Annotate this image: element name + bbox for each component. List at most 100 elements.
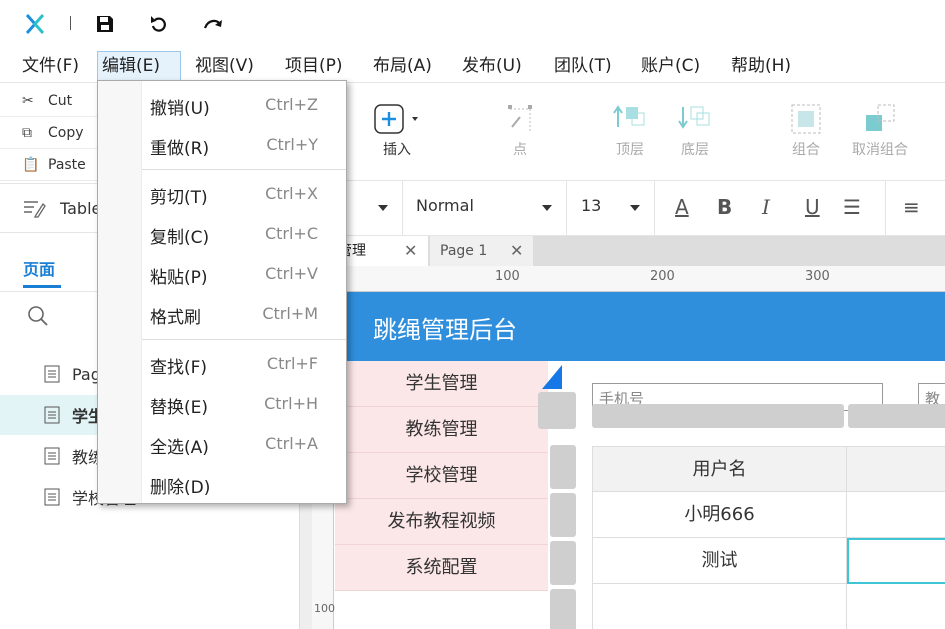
font-size-dropdown-icon[interactable] [630, 205, 640, 211]
menu-item-format-painter[interactable]: 格式刷 Ctrl+M [142, 293, 346, 333]
nav-item-settings[interactable]: 系统配置 [335, 545, 548, 591]
top-layer-label: 顶层 [616, 142, 644, 158]
placeholder-bar [592, 404, 844, 428]
nav-selected-indicator [542, 365, 562, 389]
ungroup-icon [866, 104, 895, 131]
menu-item-shortcut: Ctrl+C [264, 224, 318, 243]
menu-item-label: 复制(C) [150, 228, 210, 248]
table-header-username: 用户名 [592, 446, 847, 492]
menu-view[interactable]: 视图(V) [191, 51, 258, 81]
cut-button[interactable]: ✂ Cut [0, 85, 100, 117]
menu-edit[interactable]: 编辑(E) [97, 51, 181, 81]
table-header-cell [847, 446, 945, 492]
placeholder-block [550, 589, 576, 629]
table-cell [847, 492, 945, 538]
ungroup-label: 取消组合 [852, 142, 908, 158]
ruler-mark: 100 [314, 602, 335, 615]
insert-button[interactable]: 插入 [362, 99, 432, 159]
app-title: 跳绳管理后台 [373, 316, 517, 344]
placeholder-block [550, 445, 576, 489]
paste-button[interactable]: 📋 Paste [0, 149, 100, 181]
title-bar [0, 0, 945, 47]
underline-icon[interactable]: U [805, 195, 820, 219]
app-sidebar[interactable]: 学生管理 教练管理 学校管理 发布教程视频 系统配置 [335, 361, 548, 591]
format-separator [654, 181, 655, 236]
menu-layout[interactable]: 布局(A) [369, 51, 436, 81]
italic-icon[interactable]: I [762, 195, 770, 219]
bold-icon[interactable]: B [717, 195, 732, 219]
menu-project[interactable]: 项目(P) [281, 51, 347, 81]
font-size-select[interactable]: 13 [581, 196, 601, 215]
menu-item-copy[interactable]: 复制(C) Ctrl+C [142, 213, 346, 253]
nav-item-students[interactable]: 学生管理 [335, 361, 548, 407]
menu-item-shortcut: Ctrl+Z [265, 95, 318, 114]
font-family-dropdown-icon[interactable] [378, 205, 388, 211]
placeholder-block [538, 392, 576, 429]
app-logo-icon [25, 14, 45, 34]
menu-item-label: 替换(E) [150, 398, 209, 418]
point-icon [508, 105, 532, 131]
menu-item-undo[interactable]: 撤销(U) Ctrl+Z [142, 84, 346, 124]
ungroup-button[interactable]: 取消组合 [845, 99, 915, 159]
menu-publish[interactable]: 发布(U) [458, 51, 526, 81]
bottom-layer-label: 底层 [681, 142, 709, 158]
menu-item-delete[interactable]: 删除(D) [142, 463, 346, 503]
top-layer-button[interactable]: 顶层 [595, 99, 665, 159]
group-button[interactable]: 组合 [771, 99, 841, 159]
menu-item-paste[interactable]: 粘贴(P) Ctrl+V [142, 253, 346, 293]
menu-team[interactable]: 团队(T) [550, 51, 616, 81]
app-header[interactable]: 跳绳管理后台 [335, 292, 945, 361]
cut-label: Cut [48, 92, 73, 109]
save-icon[interactable] [94, 13, 116, 35]
menu-item-select-all[interactable]: 全选(A) Ctrl+A [142, 423, 346, 463]
menu-account[interactable]: 账户(C) [637, 51, 704, 81]
menu-item-find[interactable]: 查找(F) Ctrl+F [142, 343, 346, 383]
table-cell [592, 584, 847, 629]
menu-item-shortcut: Ctrl+Y [266, 135, 318, 154]
menu-item-replace[interactable]: 替换(E) Ctrl+H [142, 383, 346, 423]
tab-pages[interactable]: 页面 [23, 256, 55, 280]
menu-item-label: 粘贴(P) [150, 268, 208, 288]
format-toolbar: Normal 13 A B I U ☰ ≡ [345, 181, 945, 236]
style-select[interactable]: Normal [416, 196, 474, 215]
menu-file[interactable]: 文件(F) [18, 51, 83, 81]
nav-item-schools[interactable]: 学校管理 [335, 453, 548, 499]
clipboard-icon: 📋 [22, 156, 40, 173]
nav-item-videos[interactable]: 发布教程视频 [335, 499, 548, 545]
close-icon[interactable]: ✕ [510, 236, 523, 266]
nav-item-coaches[interactable]: 教练管理 [335, 407, 548, 453]
document-icon [44, 406, 60, 424]
menu-item-label: 剪切(T) [150, 188, 208, 208]
main-toolbar: 插入 点 顶层 底层 组合 取消组合 [345, 83, 945, 181]
format-separator [402, 181, 403, 236]
bring-to-front-icon [613, 105, 645, 127]
menu-item-redo[interactable]: 重做(R) Ctrl+Y [142, 124, 346, 164]
document-icon [44, 365, 60, 383]
document-icon [44, 447, 60, 465]
menu-item-cut[interactable]: 剪切(T) Ctrl+X [142, 173, 346, 213]
redo-icon[interactable] [202, 13, 224, 35]
format-separator [885, 181, 886, 236]
ruler-mark: 200 [650, 269, 675, 284]
table-cell-selected[interactable] [847, 538, 945, 584]
search-icon[interactable] [27, 305, 49, 327]
titlebar-separator [70, 16, 71, 30]
bottom-layer-button[interactable]: 底层 [660, 99, 730, 159]
group-icon [791, 104, 821, 134]
copy-button[interactable]: ⧉ Copy [0, 117, 100, 149]
design-canvas[interactable]: 跳绳管理后台 学生管理 教练管理 学校管理 发布教程视频 系统配置 手机号 教 … [335, 292, 945, 629]
undo-icon[interactable] [148, 13, 170, 35]
menu-item-label: 全选(A) [150, 438, 209, 458]
font-color-icon[interactable]: A [675, 195, 689, 219]
tab-page1[interactable]: Page 1 ✕ [430, 236, 533, 266]
align-left-icon[interactable]: ≡ [903, 195, 920, 219]
menu-item-label: 格式刷 [150, 308, 201, 328]
paste-label: Paste [48, 156, 86, 173]
menu-help[interactable]: 帮助(H) [727, 51, 795, 81]
menu-gutter [98, 81, 142, 503]
menu-separator [142, 169, 346, 170]
bullet-list-icon[interactable]: ☰ [843, 195, 861, 219]
close-icon[interactable]: ✕ [404, 236, 417, 266]
point-button[interactable]: 点 [485, 99, 555, 159]
style-dropdown-icon[interactable] [542, 205, 552, 211]
